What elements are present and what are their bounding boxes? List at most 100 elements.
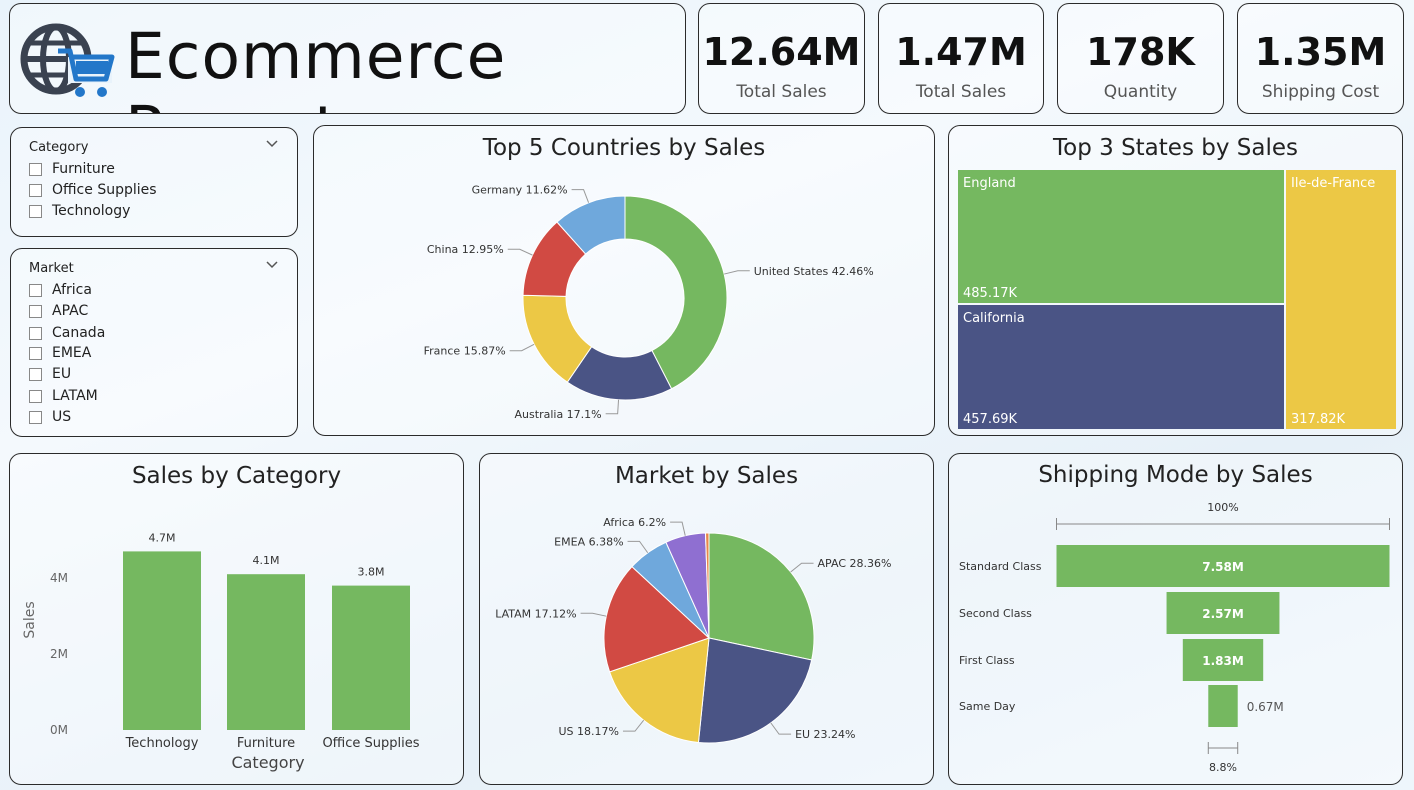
data-label-latam: LATAM 17.12% xyxy=(495,607,576,620)
category-bar-card: Sales by Category 0M 2M 4M Sales 4.7M Technol… xyxy=(9,453,464,785)
option-label: Furniture xyxy=(52,161,115,177)
checkbox[interactable] xyxy=(29,283,42,297)
slicer-option-eu[interactable]: EU xyxy=(29,366,71,382)
category-bar-chart: 0M 2M 4M Sales 4.7M Technology 4.1M Furniture 3.… xyxy=(22,531,420,772)
kpi-label: Shipping Cost xyxy=(1261,82,1380,102)
x-tick-label: Furniture xyxy=(237,736,295,751)
slicer-option-africa[interactable]: Africa xyxy=(29,282,92,298)
checkbox[interactable] xyxy=(29,346,42,360)
data-label-united-states: United States 42.46% xyxy=(754,265,874,278)
chart-title: Sales by Category xyxy=(131,463,342,489)
slicer-option-furniture[interactable]: Furniture xyxy=(29,161,115,177)
checkbox[interactable] xyxy=(29,367,42,381)
kpi-card-total-sales-2: 1.47M Total Sales xyxy=(878,3,1044,114)
slicer-option-emea[interactable]: EMEA xyxy=(29,345,91,361)
option-label: LATAM xyxy=(52,388,98,404)
chevron-down-icon[interactable] xyxy=(265,259,279,269)
market-pie-chart: APAC 28.36% EU 23.24% US 18.17% LATAM 17.12… xyxy=(495,516,892,744)
kpi-label: Total Sales xyxy=(736,82,827,102)
slicer-option-technology[interactable]: Technology xyxy=(29,203,130,219)
globe-cart-icon xyxy=(20,23,115,97)
x-axis-label: Category xyxy=(231,753,304,772)
leader-line xyxy=(790,562,814,573)
data-label-emea: EMEA 6.38% xyxy=(554,535,623,548)
slicer-option-canada[interactable]: Canada xyxy=(29,325,105,341)
kpi-value: 12.64M xyxy=(702,30,861,74)
shipping-funnel-card: Shipping Mode by Sales 100% Standard Clas… xyxy=(948,453,1403,785)
category-slicer: Category Furniture Office Supplies Techn… xyxy=(10,127,298,237)
market-pie-card: Market by Sales APAC 28.36% EU 23.24% US 1… xyxy=(479,453,934,785)
leader-line xyxy=(724,270,750,275)
kpi-value: 1.47M xyxy=(895,30,1027,74)
leader-line xyxy=(627,540,649,554)
bar-value-label: 4.7M xyxy=(149,531,176,544)
slicer-option-apac[interactable]: APAC xyxy=(29,303,88,319)
y-tick-label: 0M xyxy=(50,723,68,737)
data-label-china: China 12.95% xyxy=(427,243,504,256)
y-tick-label: 4M xyxy=(50,571,68,585)
checkbox[interactable] xyxy=(29,304,42,318)
page-title: Ecommerce Report xyxy=(125,20,507,113)
bar-technology xyxy=(123,551,201,730)
funnel-value-label: 2.57M xyxy=(1202,607,1244,621)
funnel-value-label: 7.58M xyxy=(1202,560,1244,574)
checkbox[interactable] xyxy=(29,204,42,218)
tile-value: 485.17K xyxy=(963,286,1018,301)
option-label: APAC xyxy=(52,303,89,319)
kpi-value: 178K xyxy=(1086,30,1195,74)
data-label-us: US 18.17% xyxy=(558,725,618,738)
data-label-apac: APAC 28.36% xyxy=(818,557,892,570)
funnel-stage-label: Same Day xyxy=(959,700,1016,713)
market-slicer: Market Africa APAC Canada EMEA EU LATAM … xyxy=(10,248,298,437)
funnel-stage-label: Second Class xyxy=(959,607,1032,620)
chart-title: Market by Sales xyxy=(614,463,799,489)
tile-value: 317.82K xyxy=(1291,412,1346,427)
leader-line xyxy=(507,248,533,256)
slicer-option-us[interactable]: US xyxy=(29,409,71,425)
funnel-value-label: 1.83M xyxy=(1202,654,1244,668)
data-label-france: France 15.87% xyxy=(424,345,506,358)
treemap-tile-england[interactable]: England 485.17K xyxy=(958,170,1284,303)
kpi-label: Total Sales xyxy=(915,82,1007,102)
header-card: Ecommerce Report xyxy=(9,3,686,114)
y-tick-label: 2M xyxy=(50,647,68,661)
option-label: Africa xyxy=(52,282,92,298)
bar-value-label: 3.8M xyxy=(358,566,385,579)
x-tick-label: Technology xyxy=(125,736,199,751)
checkbox[interactable] xyxy=(29,389,42,403)
bar-office-supplies xyxy=(332,585,410,730)
slicer-title: Category xyxy=(29,140,89,155)
tile-label: California xyxy=(963,311,1025,326)
option-label: Office Supplies xyxy=(52,182,157,198)
funnel-stage-label: First Class xyxy=(959,654,1015,667)
funnel-stage-label: Standard Class xyxy=(959,560,1042,573)
chevron-down-icon[interactable] xyxy=(265,138,279,148)
leader-line xyxy=(622,719,645,732)
option-label: Technology xyxy=(52,203,131,219)
checkbox[interactable] xyxy=(29,410,42,424)
kpi-value: 1.35M xyxy=(1254,30,1387,74)
funnel-value-label: 0.67M xyxy=(1247,700,1284,714)
data-label-germany: Germany 11.62% xyxy=(472,184,568,197)
kpi-card-shipping-cost: 1.35M Shipping Cost xyxy=(1237,3,1404,114)
tile-label: Ile-de-France xyxy=(1291,176,1376,191)
slicer-option-latam[interactable]: LATAM xyxy=(29,388,98,404)
y-axis-label: Sales xyxy=(22,601,38,638)
kpi-card-quantity: 178K Quantity xyxy=(1057,3,1224,114)
states-treemap-card: Top 3 States by Sales England 485.17K Cali… xyxy=(948,125,1403,436)
checkbox[interactable] xyxy=(29,326,42,340)
funnel-top-percent: 100% xyxy=(1207,501,1238,514)
treemap-tile-california[interactable]: California 457.69K xyxy=(958,305,1284,429)
leader-line xyxy=(670,521,686,536)
slicer-option-office-supplies[interactable]: Office Supplies xyxy=(29,182,157,198)
option-label: US xyxy=(52,409,72,425)
slicer-title: Market xyxy=(29,261,74,276)
kpi-card-total-sales: 12.64M Total Sales xyxy=(698,3,865,114)
treemap-tile-ile-de-france[interactable]: Ile-de-France 317.82K xyxy=(1286,170,1396,429)
states-treemap: England 485.17K California 457.69K Ile-de-Fr… xyxy=(958,170,1396,429)
data-label-africa: Africa 6.2% xyxy=(603,516,666,529)
checkbox[interactable] xyxy=(29,162,42,176)
option-label: EMEA xyxy=(52,345,92,361)
checkbox[interactable] xyxy=(29,183,42,197)
tile-value: 457.69K xyxy=(963,412,1018,427)
